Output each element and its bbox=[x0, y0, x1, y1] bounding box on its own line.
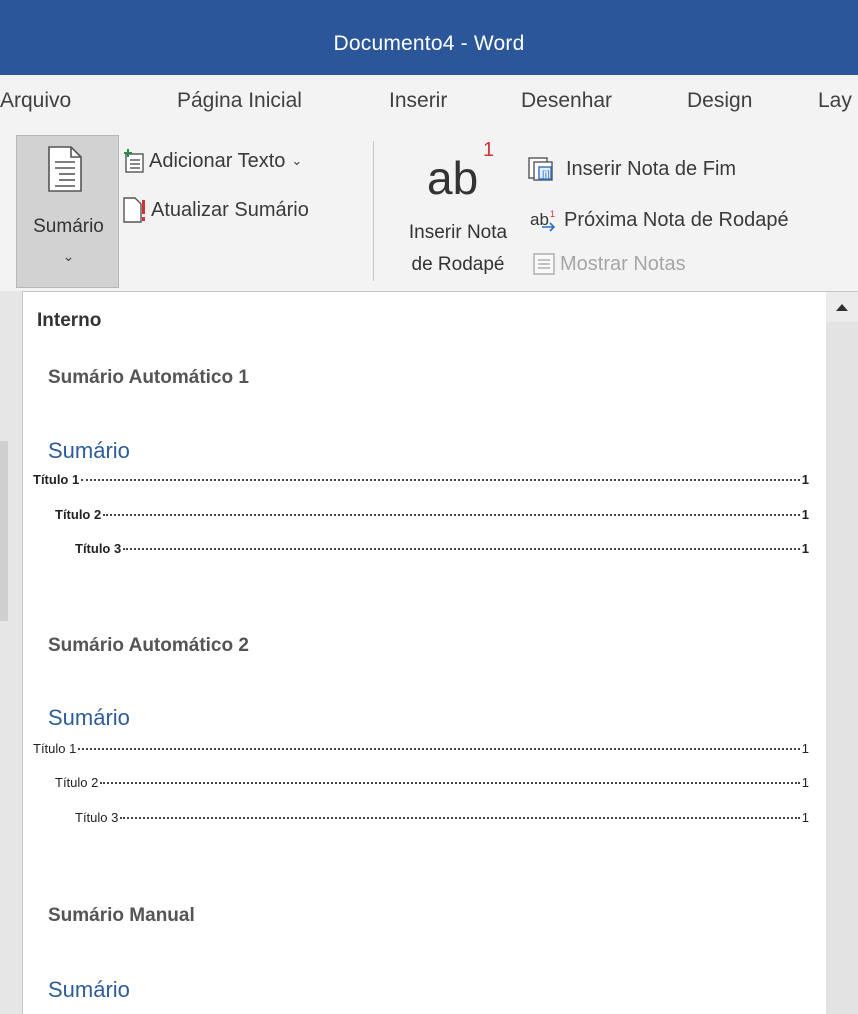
gallery-item-title: Sumário Manual bbox=[48, 905, 195, 926]
document-ruler-mark bbox=[0, 441, 8, 621]
toc-entry-page: 1 bbox=[801, 810, 809, 825]
title-bar: Documento4 - Word bbox=[0, 0, 858, 75]
footnote-icon-superscript: 1 bbox=[483, 139, 495, 161]
toc-leader-dots bbox=[120, 817, 800, 819]
chevron-down-icon: ⌄ bbox=[62, 248, 75, 264]
document-area-edge bbox=[0, 291, 22, 1014]
gallery-scrollbar[interactable] bbox=[826, 292, 858, 1014]
group-separator bbox=[373, 141, 374, 281]
ribbon-tabs: Arquivo Página Inicial Inserir Desenhar … bbox=[0, 75, 858, 135]
toc-entry-page: 1 bbox=[801, 741, 809, 756]
add-text-button[interactable]: Adicionar Texto ⌄ bbox=[123, 149, 302, 173]
toc-preview-line: Título 3 1 bbox=[75, 541, 809, 559]
add-text-icon bbox=[124, 149, 144, 173]
next-footnote-icon: ab 1 bbox=[530, 209, 556, 232]
window-title: Documento4 - Word bbox=[333, 31, 525, 55]
toc-leader-dots bbox=[103, 514, 800, 516]
chevron-down-icon: ⌄ bbox=[291, 153, 303, 168]
toc-leader-dots bbox=[100, 782, 800, 784]
toc-entry-text: Título 3 bbox=[75, 541, 122, 556]
tab-pagina-inicial[interactable]: Página Inicial bbox=[177, 89, 302, 113]
toc-entry-text: Título 1 bbox=[33, 741, 77, 756]
toc-entry-page: 1 bbox=[801, 775, 809, 790]
toc-preview-line: Título 2 1 bbox=[55, 775, 809, 793]
toc-preview-line: Título 2 1 bbox=[55, 507, 809, 525]
update-toc-icon bbox=[123, 197, 145, 223]
footnote-icon-glyph: ab bbox=[427, 152, 479, 204]
update-toc-button[interactable]: Atualizar Sumário bbox=[123, 197, 309, 223]
next-footnote-button[interactable]: ab 1 Próxima Nota de Rodapé bbox=[530, 208, 789, 232]
gallery-item-title: Sumário Automático 2 bbox=[48, 635, 249, 656]
toc-preview-heading: Sumário bbox=[48, 977, 130, 1002]
toc-leader-dots bbox=[81, 479, 800, 481]
toc-entry-page: 1 bbox=[801, 541, 809, 556]
toc-preview-heading: Sumário bbox=[48, 438, 130, 463]
scroll-up-arrow-icon bbox=[836, 303, 848, 311]
toc-gallery-dropdown: Interno Sumário Automático 1 Sumário Tít… bbox=[22, 291, 858, 1014]
gallery-item-title: Sumário Automático 1 bbox=[48, 367, 249, 388]
insert-endnote-label: Inserir Nota de Fim bbox=[566, 157, 737, 180]
toc-entry-page: 1 bbox=[801, 507, 809, 522]
tab-desenhar[interactable]: Desenhar bbox=[521, 89, 612, 113]
toc-button[interactable]: Sumário ⌄ bbox=[16, 135, 119, 288]
insert-endnote-button[interactable]: [i] Inserir Nota de Fim bbox=[528, 157, 736, 181]
toc-leader-dots bbox=[123, 548, 800, 550]
tab-arquivo[interactable]: Arquivo bbox=[0, 89, 71, 113]
toc-leader-dots bbox=[78, 748, 800, 750]
next-footnote-label: Próxima Nota de Rodapé bbox=[564, 208, 789, 231]
toc-entry-text: Título 1 bbox=[33, 472, 80, 487]
toc-button-label: Sumário bbox=[33, 216, 104, 237]
toc-preview-line: Título 1 1 bbox=[33, 472, 809, 490]
toc-preview-line: Título 3 1 bbox=[75, 810, 809, 828]
toc-preview-line: Título 1 1 bbox=[33, 741, 809, 759]
tab-layout[interactable]: Lay bbox=[818, 89, 852, 113]
add-text-label: Adicionar Texto bbox=[149, 149, 286, 172]
update-toc-label: Atualizar Sumário bbox=[151, 198, 309, 221]
toc-entry-page: 1 bbox=[801, 472, 809, 487]
scroll-up-button[interactable] bbox=[826, 292, 858, 322]
toc-entry-text: Título 3 bbox=[75, 810, 119, 825]
svg-text:[i]: [i] bbox=[542, 170, 550, 181]
svg-text:ab: ab bbox=[530, 210, 549, 229]
endnote-icon: [i] bbox=[528, 157, 553, 181]
gallery-section-header: Interno bbox=[37, 310, 102, 331]
show-notes-label: Mostrar Notas bbox=[560, 252, 686, 275]
insert-footnote-label-line2: de Rodapé bbox=[411, 254, 505, 275]
toc-entry-text: Título 2 bbox=[55, 775, 99, 790]
svg-text:1: 1 bbox=[550, 209, 555, 219]
ribbon: Sumário ⌄ Adicionar Texto ⌄ Atualizar Su… bbox=[0, 135, 858, 291]
tab-design[interactable]: Design bbox=[687, 89, 752, 113]
toc-preview-heading: Sumário bbox=[48, 705, 130, 730]
show-notes-button: Mostrar Notas bbox=[532, 252, 686, 276]
tab-inserir[interactable]: Inserir bbox=[389, 89, 447, 113]
insert-footnote-label: Inserir Nota de Rodapé bbox=[383, 217, 533, 281]
insert-footnote-label-line1: Inserir Nota bbox=[408, 222, 508, 243]
toc-entry-text: Título 2 bbox=[55, 507, 102, 522]
document-toc-icon bbox=[48, 146, 82, 192]
show-notes-icon bbox=[533, 253, 555, 275]
